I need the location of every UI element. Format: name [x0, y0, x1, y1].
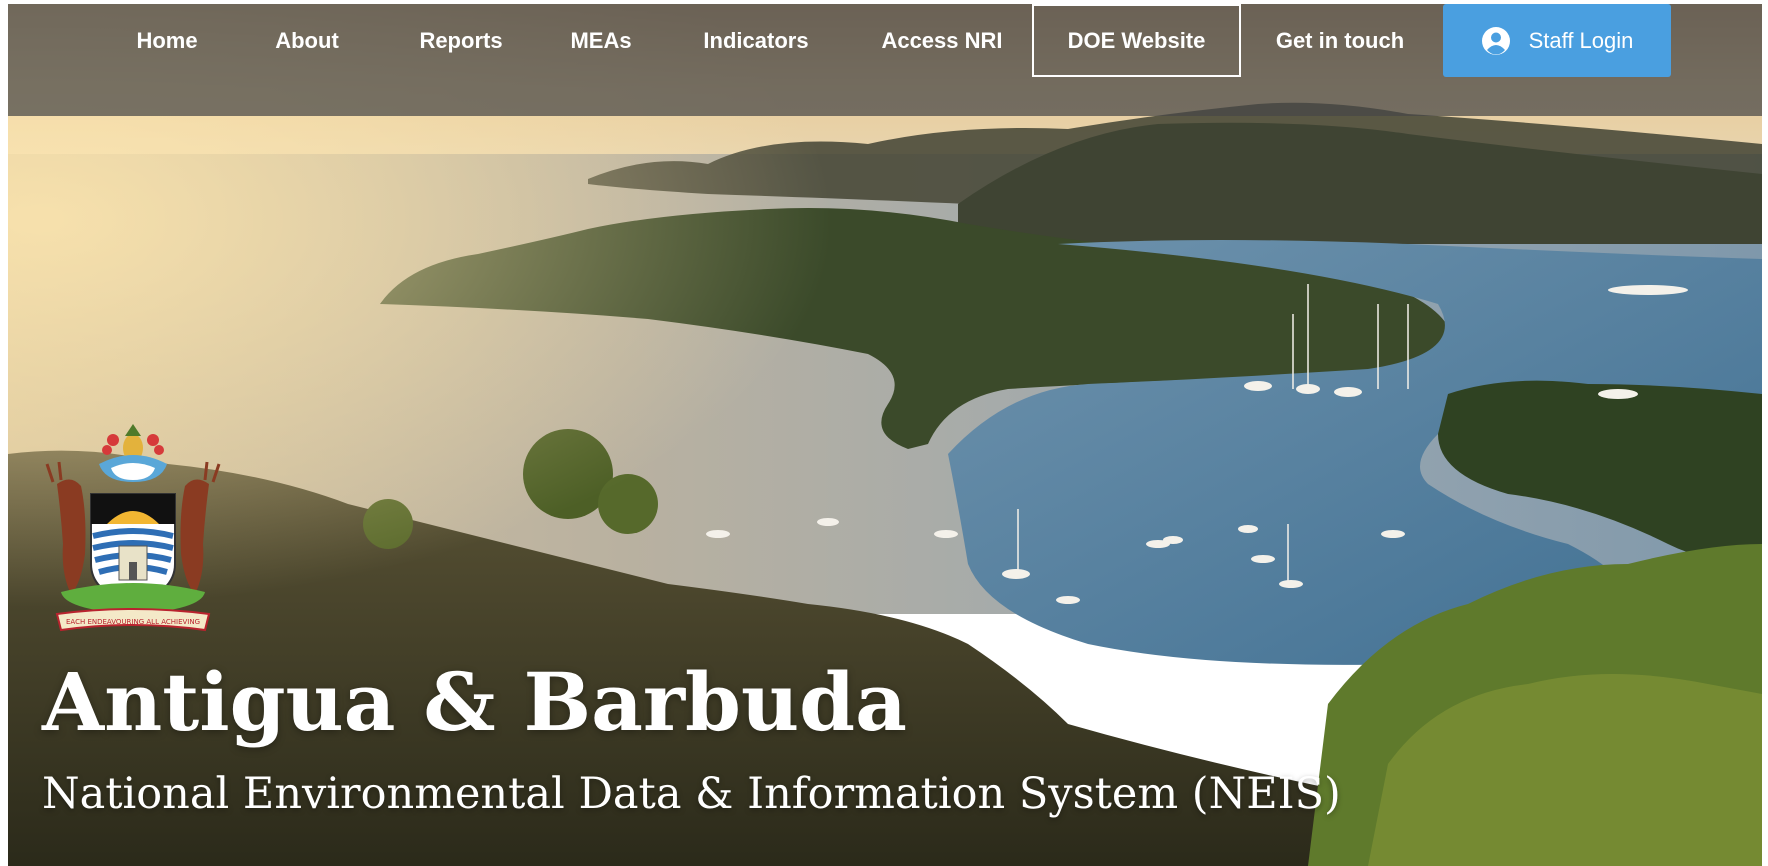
hero-title: Antigua & Barbuda	[42, 655, 907, 749]
nav-meas-link[interactable]: MEAs	[553, 4, 649, 77]
staff-login-button[interactable]: Staff Login	[1443, 4, 1671, 77]
nav-indicators-link[interactable]: Indicators	[683, 4, 829, 77]
nav-get-in-touch-link[interactable]: Get in touch	[1260, 4, 1420, 77]
coat-of-arms-icon: EACH ENDEAVOURING ALL ACHIEVING	[41, 424, 225, 634]
crest-motto: EACH ENDEAVOURING ALL ACHIEVING	[66, 618, 200, 626]
hero-subtitle: National Environmental Data & Informatio…	[42, 769, 1341, 819]
user-circle-icon	[1481, 26, 1511, 56]
nav-doe-website-link[interactable]: DOE Website	[1032, 4, 1241, 77]
nav-access-nri-link[interactable]: Access NRI	[864, 4, 1020, 77]
top-navigation-bar: Home About Reports MEAs Indicators Acces…	[8, 4, 1762, 116]
nav-home-link[interactable]: Home	[118, 4, 216, 77]
staff-login-label: Staff Login	[1528, 27, 1634, 53]
nav-reports-link[interactable]: Reports	[398, 4, 524, 77]
nav-about-link[interactable]: About	[254, 4, 360, 77]
page-frame: Home About Reports MEAs Indicators Acces…	[8, 4, 1762, 866]
